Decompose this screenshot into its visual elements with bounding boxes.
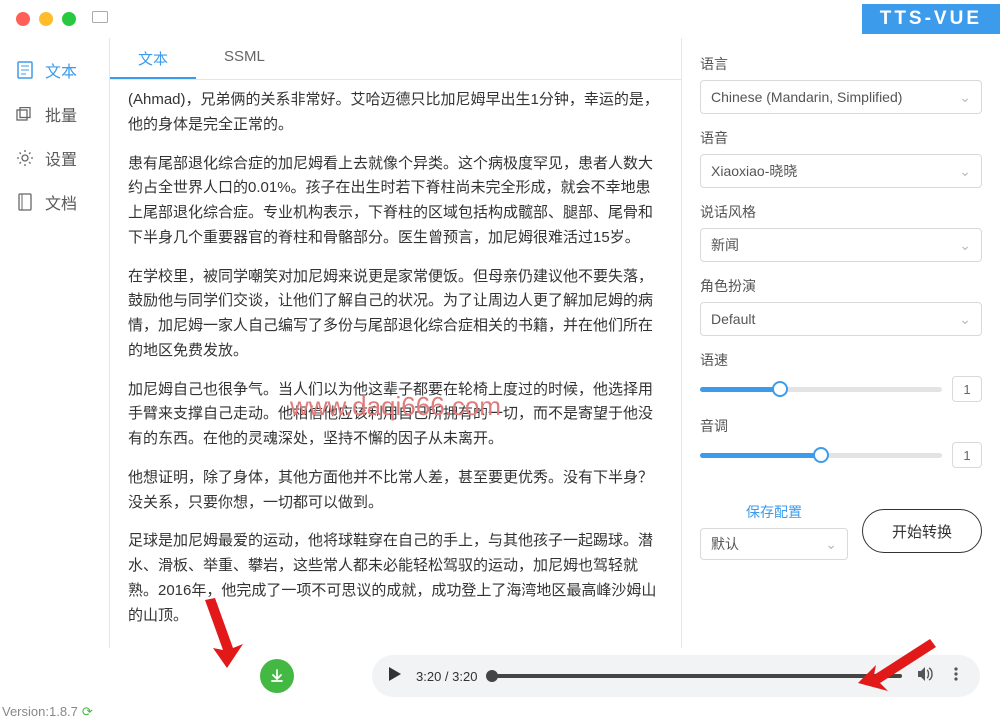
- pitch-slider[interactable]: [700, 453, 942, 458]
- time-display: 3:20 / 3:20: [416, 669, 477, 684]
- chevron-down-icon: ⌄: [959, 237, 971, 254]
- paragraph: 加尼姆自己也很争气。当人们以为他这辈子都要在轮椅上度过的时候，他选择用手臂来支撑…: [128, 378, 663, 452]
- chevron-down-icon: ⌄: [959, 89, 971, 106]
- traffic-lights: [16, 12, 76, 26]
- audio-player: 3:20 / 3:20: [372, 655, 980, 697]
- close-dot[interactable]: [16, 12, 30, 26]
- app-title: TTS-VUE: [862, 4, 1000, 34]
- batch-icon: [16, 105, 34, 123]
- refresh-icon[interactable]: ⟳: [82, 704, 93, 719]
- sidebar-item-text[interactable]: 文本: [0, 48, 109, 92]
- pitch-value: 1: [952, 442, 982, 468]
- maximize-dot[interactable]: [62, 12, 76, 26]
- tab-ssml[interactable]: SSML: [196, 38, 293, 79]
- chevron-down-icon: ⌄: [959, 311, 971, 328]
- voice-label: 语音: [700, 128, 982, 148]
- paragraph: 他想证明，除了身体，其他方面他并不比常人差，甚至要更优秀。没有下半身？没关系，只…: [128, 466, 663, 516]
- lang-label: 语言: [700, 54, 982, 74]
- paragraph: 患有尾部退化综合症的加尼姆看上去就像个异类。这个病极度罕见，患者人数大约占全世界…: [128, 152, 663, 251]
- center-panel: 文本 SSML (Ahmad)，兄弟俩的关系非常好。艾哈迈德只比加尼姆早出生1分…: [110, 38, 682, 648]
- sidebar-item-label: 批量: [45, 102, 77, 126]
- sidebar-item-label: 文本: [45, 58, 77, 82]
- chevron-down-icon: ⌄: [959, 163, 971, 180]
- sidebar-item-settings[interactable]: 设置: [0, 136, 109, 180]
- speed-value: 1: [952, 376, 982, 402]
- sidebar-item-label: 设置: [45, 146, 77, 170]
- role-label: 角色扮演: [700, 276, 982, 296]
- speed-label: 语速: [700, 350, 982, 370]
- titlebar: TTS-VUE: [0, 0, 1000, 38]
- tab-text[interactable]: 文本: [110, 38, 196, 79]
- lang-select[interactable]: Chinese (Mandarin, Simplified) ⌄: [700, 80, 982, 114]
- volume-icon[interactable]: [916, 666, 934, 687]
- docs-icon: [16, 193, 34, 211]
- document-icon: [16, 61, 34, 79]
- tabs: 文本 SSML: [110, 38, 681, 80]
- window-icon: [92, 10, 108, 28]
- version-label: Version:1.8.7⟳: [2, 704, 93, 720]
- more-menu-icon[interactable]: [948, 666, 964, 687]
- sidebar-item-docs[interactable]: 文档: [0, 180, 109, 224]
- style-label: 说话风格: [700, 202, 982, 222]
- pitch-label: 音调: [700, 416, 982, 436]
- preset-select[interactable]: 默认 ⌄: [700, 528, 848, 560]
- player-bar: 3:20 / 3:20: [110, 648, 1000, 704]
- sidebar: 文本 批量 设置 文档: [0, 38, 110, 648]
- paragraph: 足球是加尼姆最爱的运动，他将球鞋穿在自己的手上，与其他孩子一起踢球。潜水、滑板、…: [128, 529, 663, 628]
- chevron-down-icon: ⌄: [825, 536, 837, 553]
- download-button[interactable]: [260, 659, 294, 693]
- play-button[interactable]: [388, 666, 402, 687]
- sidebar-item-batch[interactable]: 批量: [0, 92, 109, 136]
- role-select[interactable]: Default ⌄: [700, 302, 982, 336]
- save-config-link[interactable]: 保存配置: [700, 502, 848, 522]
- start-convert-button[interactable]: 开始转换: [862, 509, 982, 553]
- gear-icon: [16, 149, 34, 167]
- sidebar-item-label: 文档: [45, 190, 77, 214]
- text-content[interactable]: (Ahmad)，兄弟俩的关系非常好。艾哈迈德只比加尼姆早出生1分钟，幸运的是，他…: [110, 80, 681, 648]
- right-panel: 语言 Chinese (Mandarin, Simplified) ⌄ 语音 X…: [682, 38, 1000, 648]
- style-select[interactable]: 新闻 ⌄: [700, 228, 982, 262]
- paragraph: (Ahmad)，兄弟俩的关系非常好。艾哈迈德只比加尼姆早出生1分钟，幸运的是，他…: [128, 88, 663, 138]
- speed-slider[interactable]: [700, 387, 942, 392]
- minimize-dot[interactable]: [39, 12, 53, 26]
- progress-track[interactable]: [491, 674, 902, 678]
- paragraph: 在学校里，被同学嘲笑对加尼姆来说更是家常便饭。但母亲仍建议他不要失落，鼓励他与同…: [128, 265, 663, 364]
- voice-select[interactable]: Xiaoxiao-晓晓 ⌄: [700, 154, 982, 188]
